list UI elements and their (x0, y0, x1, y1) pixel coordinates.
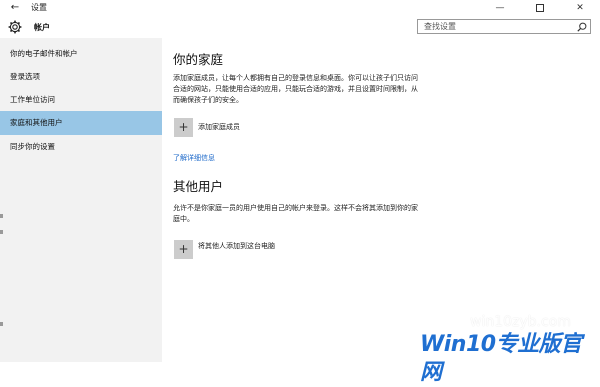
sidebar: 你的电子邮件和帐户 登录选项 工作单位访问 家庭和其他用户 同步你的设置 (0, 38, 162, 362)
edge-mark (0, 214, 3, 218)
sidebar-item-label: 工作单位访问 (10, 95, 55, 104)
edge-mark (0, 322, 3, 326)
watermark-url: win10zyb.com (470, 314, 571, 330)
sidebar-item-work-access[interactable]: 工作单位访问 (0, 88, 162, 112)
sidebar-item-family-other-users[interactable]: 家庭和其他用户 (0, 111, 162, 135)
family-description: 添加家庭成员，让每个人都拥有自己的登录信息和桌面。你可以让孩子们只访问合适的网站… (173, 74, 418, 104)
edge-mark (0, 230, 3, 234)
maximize-icon (536, 3, 544, 12)
window-title: 设置 (31, 3, 47, 12)
back-arrow-icon[interactable]: ← (8, 2, 22, 14)
sidebar-item-sign-in-options[interactable]: 登录选项 (0, 65, 162, 89)
plus-icon: + (178, 242, 189, 256)
family-heading: 你的家庭 (173, 52, 224, 67)
maximize-button[interactable] (520, 0, 560, 16)
sidebar-item-sync-settings[interactable]: 同步你的设置 (0, 135, 162, 159)
minimize-button[interactable]: — (480, 0, 520, 16)
title-bar: ← 设置 — ✕ (0, 0, 600, 17)
gear-icon (8, 20, 22, 34)
search-icon[interactable] (577, 22, 587, 32)
add-other-user-label[interactable]: 将其他人添加到这台电脑 (198, 241, 275, 251)
sidebar-item-label: 登录选项 (10, 72, 40, 81)
search-placeholder: 查找设置 (424, 22, 456, 31)
watermark-logo: Win10专业版官网 (420, 332, 582, 385)
add-other-user-button[interactable]: + (174, 240, 193, 259)
plus-icon: + (178, 120, 189, 134)
sidebar-item-label: 同步你的设置 (10, 142, 55, 151)
other-users-heading: 其他用户 (173, 179, 224, 194)
page-title: 帐户 (34, 23, 50, 32)
add-family-member-button[interactable]: + (174, 118, 193, 137)
learn-more-link[interactable]: 了解详细信息 (173, 153, 215, 163)
add-family-member-label[interactable]: 添加家庭成员 (198, 122, 240, 132)
sidebar-item-email-accounts[interactable]: 你的电子邮件和帐户 (0, 42, 162, 66)
close-button[interactable]: ✕ (560, 0, 600, 16)
other-users-description: 允许不是你家庭一员的用户使用自己的帐户来登录。这样不会将其添加到你的家庭中。 (173, 204, 418, 223)
sidebar-item-label: 家庭和其他用户 (10, 118, 63, 127)
search-input[interactable]: 查找设置 (417, 19, 591, 34)
sidebar-item-label: 你的电子邮件和帐户 (10, 49, 78, 58)
